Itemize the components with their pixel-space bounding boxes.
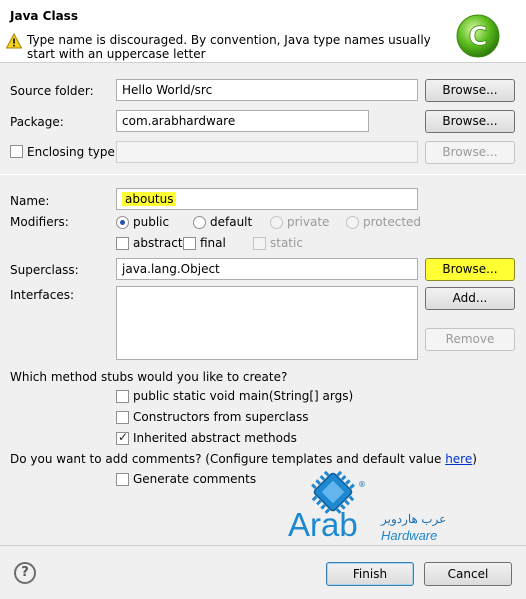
source-folder-label: Source folder: (10, 84, 94, 98)
warning-icon (6, 33, 22, 49)
superclass-input[interactable]: java.lang.Object (116, 258, 418, 280)
protected-radio[interactable] (346, 216, 359, 229)
interfaces-label: Interfaces: (10, 288, 75, 302)
static-checkbox[interactable] (253, 237, 266, 250)
comments-question-suffix: ) (472, 452, 477, 466)
abstract-label: abstract (133, 236, 183, 250)
dialog-header: Java Class Type name is discouraged. By … (0, 0, 526, 63)
interfaces-add-button[interactable]: Add... (425, 287, 515, 310)
abstract-checkbox[interactable] (116, 237, 129, 250)
enclosing-type-label: Enclosing type: (27, 145, 119, 159)
protected-label: protected (363, 215, 422, 229)
inherited-methods-checkbox[interactable] (116, 430, 129, 445)
superclass-label: Superclass: (10, 263, 79, 277)
main-method-checkbox[interactable] (116, 390, 129, 403)
enclosing-type-checkbox[interactable] (10, 145, 23, 158)
finish-button[interactable]: Finish (326, 562, 414, 586)
warning-message: Type name is discouraged. By convention,… (27, 33, 431, 61)
method-stubs-question: Which method stubs would you like to cre… (10, 370, 288, 384)
source-folder-browse-button[interactable]: Browse... (425, 79, 515, 102)
main-method-label: public static void main(String[] args) (133, 389, 354, 403)
footer-divider (0, 545, 526, 546)
static-label: static (270, 236, 303, 250)
comments-question-text: Do you want to add comments? (Configure … (10, 452, 446, 466)
enclosing-type-browse-button[interactable]: Browse... (425, 141, 515, 164)
hardware-wordmark: Hardware (381, 528, 438, 543)
source-folder-input[interactable]: Hello World/src (116, 79, 418, 101)
cancel-button[interactable]: Cancel (424, 562, 512, 586)
package-label: Package: (10, 115, 64, 129)
constructors-label: Constructors from superclass (133, 410, 309, 424)
separator (0, 174, 526, 175)
dialog-title: Java Class (10, 9, 78, 23)
interfaces-remove-button[interactable]: Remove (425, 328, 515, 351)
generate-comments-checkbox[interactable] (116, 473, 129, 486)
enclosing-type-input[interactable] (116, 141, 418, 163)
final-checkbox[interactable] (183, 237, 196, 250)
final-label: final (200, 236, 226, 250)
modifiers-label: Modifiers: (10, 215, 69, 229)
arabic-wordmark: عرب هاردوير (381, 512, 447, 526)
public-label: public (133, 215, 170, 229)
arab-wordmark: Arab (288, 506, 358, 543)
configure-templates-link[interactable]: here (445, 452, 472, 466)
inherited-methods-label: Inherited abstract methods (133, 431, 297, 445)
private-label: private (287, 215, 330, 229)
private-radio[interactable] (270, 216, 283, 229)
java-class-wizard-icon: C (456, 14, 500, 58)
name-value: aboutus (122, 192, 177, 206)
generate-comments-label: Generate comments (133, 472, 257, 486)
default-radio[interactable] (193, 216, 206, 229)
name-input[interactable]: aboutus (116, 188, 418, 210)
package-input[interactable]: com.arabhardware (116, 110, 369, 132)
svg-text:C: C (468, 22, 487, 52)
default-label: default (210, 215, 253, 229)
constructors-checkbox[interactable] (116, 411, 129, 424)
registered-mark: ® (358, 480, 366, 489)
interfaces-list[interactable] (116, 286, 418, 360)
name-label: Name: (10, 194, 50, 208)
public-radio[interactable] (116, 216, 129, 229)
comments-question: Do you want to add comments? (Configure … (10, 452, 477, 466)
help-icon[interactable]: ? (14, 562, 36, 584)
package-browse-button[interactable]: Browse... (425, 110, 515, 133)
superclass-browse-button[interactable]: Browse... (425, 258, 515, 281)
